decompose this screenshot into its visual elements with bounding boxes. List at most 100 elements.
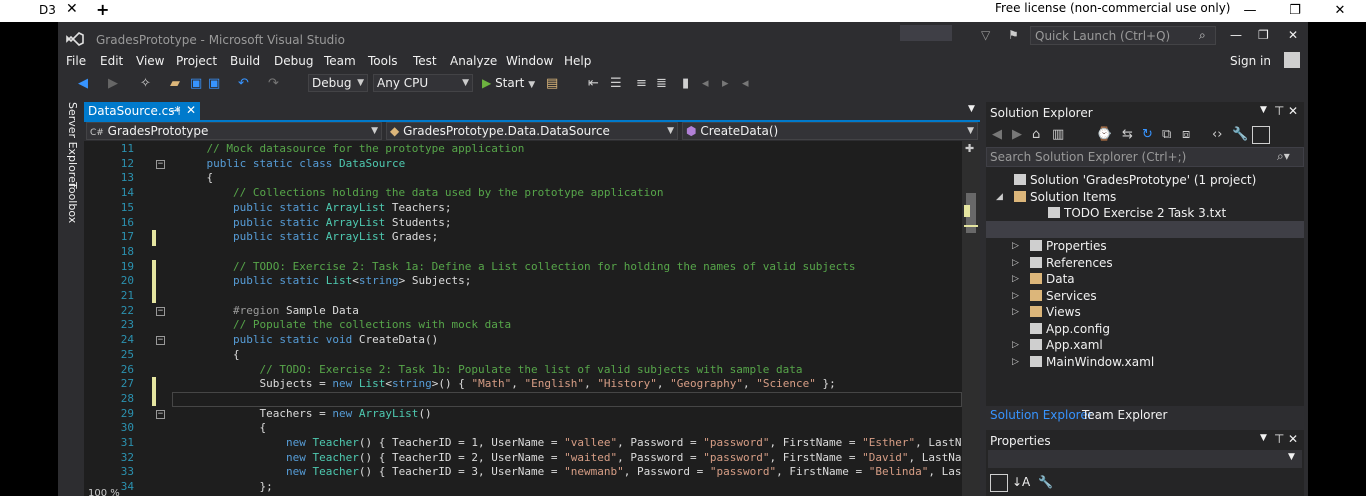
menu-file[interactable]: File <box>66 54 86 68</box>
tab-overflow-icon[interactable]: ▼ <box>968 104 975 114</box>
bookmark-icon[interactable]: ▮ <box>682 76 689 91</box>
menu-tools[interactable]: Tools <box>368 54 398 68</box>
menu-edit[interactable]: Edit <box>100 54 123 68</box>
close-icon[interactable]: ✕ <box>66 1 78 17</box>
tab-solution-explorer[interactable]: Solution Explorer <box>990 408 1093 422</box>
menu-team[interactable]: Team <box>324 54 356 68</box>
clear-bookmark-icon[interactable]: ◂ <box>742 76 749 91</box>
forward-icon[interactable]: ▶ <box>108 76 118 91</box>
pin-icon[interactable]: ⊣ <box>170 104 180 118</box>
tree-item[interactable]: Solution 'GradesPrototype' (1 project) <box>996 172 1256 188</box>
alphabetical-icon[interactable]: ↓A <box>1012 475 1030 489</box>
new-project-icon[interactable]: ✧ <box>140 76 151 91</box>
sign-in-link[interactable]: Sign in <box>1230 54 1271 68</box>
close-icon[interactable]: ✕ <box>1288 432 1298 446</box>
show-all-files-icon[interactable]: ⧈ <box>1182 127 1190 142</box>
tree-item[interactable]: ▷ MainWindow.xaml <box>1012 354 1154 370</box>
forward-icon[interactable]: ▶ <box>1012 127 1022 142</box>
step-icon[interactable]: ⇤ <box>588 76 599 91</box>
switch-views-icon[interactable]: ▥ <box>1052 127 1064 142</box>
collapse-all-icon[interactable]: ⧉ <box>1162 127 1171 142</box>
uncomment-icon[interactable]: ≣ <box>656 76 667 91</box>
collapse-icon[interactable]: − <box>156 336 165 346</box>
tree-item[interactable]: App.config <box>1012 321 1110 337</box>
menu-analyze[interactable]: Analyze <box>450 54 497 68</box>
toolbox-tab[interactable]: Toolbox <box>61 182 79 226</box>
tree-item[interactable]: ▷ Data <box>1012 271 1075 287</box>
back-icon[interactable]: ◀ <box>78 76 88 91</box>
pin-icon[interactable]: ⊤ <box>1274 104 1284 118</box>
expand-icon[interactable]: ▷ <box>1012 288 1019 304</box>
properties-object-select[interactable]: ▼ <box>988 450 1302 468</box>
solution-config-select[interactable]: Debug ▼ <box>308 74 368 92</box>
categorized-icon[interactable] <box>990 474 1008 492</box>
collapse-icon[interactable]: − <box>156 409 165 419</box>
close-button[interactable]: ✕ <box>1288 28 1298 42</box>
start-button[interactable]: ▶ Start ▼ <box>482 76 535 90</box>
home-icon[interactable]: ⌂ <box>1032 127 1040 142</box>
expand-icon[interactable]: ▷ <box>1012 255 1019 271</box>
pending-changes-icon[interactable]: ⌚ <box>1096 127 1112 142</box>
project-dropdown[interactable]: C# GradesPrototype ▼ <box>86 122 382 140</box>
close-icon[interactable]: ✕ <box>1288 104 1298 118</box>
restore-button[interactable]: ❐ <box>1275 0 1315 22</box>
expand-icon[interactable]: ▷ <box>1012 354 1019 370</box>
view-code-icon[interactable]: ‹› <box>1212 127 1222 142</box>
split-icon[interactable]: ✚ <box>965 142 974 155</box>
server-explorer-tab[interactable]: Server Explorer <box>61 102 79 187</box>
collapse-icon[interactable]: − <box>156 306 165 316</box>
tree-item[interactable]: TODO Exercise 2 Task 3.txt <box>1030 205 1226 221</box>
save-all-icon[interactable]: ▣ <box>208 76 220 91</box>
member-dropdown[interactable]: ⬢ CreateData() ▼ <box>682 122 978 140</box>
filter-icon[interactable]: ▽ <box>981 28 990 42</box>
expand-icon[interactable]: ▷ <box>1012 271 1019 287</box>
account-avatar-icon[interactable] <box>1284 52 1300 68</box>
expand-icon[interactable]: ▷ <box>1012 238 1019 254</box>
new-tab-button[interactable]: + <box>96 0 109 19</box>
attach-icon[interactable]: ▤ <box>546 76 558 91</box>
tab-datasource[interactable]: DataSource.cs* ⊣ ✕ <box>84 102 200 121</box>
refresh-icon[interactable]: ↻ <box>1142 127 1153 142</box>
expand-icon[interactable]: ◢ <box>996 189 1003 205</box>
save-icon[interactable]: ▣ <box>190 76 202 91</box>
restore-button[interactable]: ❐ <box>1258 28 1269 42</box>
platform-select[interactable]: Any CPU ▼ <box>373 74 473 92</box>
minimize-button[interactable]: — <box>1230 28 1242 42</box>
chevron-down-icon[interactable]: ▼ <box>1260 433 1267 443</box>
menu-view[interactable]: View <box>136 54 164 68</box>
format-icon[interactable]: ☰ <box>610 76 622 91</box>
session-tab[interactable]: D3 ✕ <box>30 0 86 22</box>
preview-selected-icon[interactable] <box>1252 126 1270 144</box>
quick-launch-input[interactable]: Quick Launch (Ctrl+Q) ⌕ <box>1030 26 1216 45</box>
menu-debug[interactable]: Debug <box>274 54 313 68</box>
zoom-level[interactable]: 100 % <box>88 488 120 499</box>
tree-item[interactable]: ▷ App.xaml <box>1012 337 1103 353</box>
menu-test[interactable]: Test <box>413 54 437 68</box>
close-icon[interactable]: ✕ <box>186 103 196 117</box>
tree-item[interactable]: ▷ Views <box>1012 304 1081 320</box>
comment-icon[interactable]: ≡ <box>636 76 647 91</box>
next-bookmark-icon[interactable]: ▸ <box>722 76 729 91</box>
pin-icon[interactable]: ⊤ <box>1274 432 1284 446</box>
redo-icon[interactable]: ↷ <box>268 76 279 91</box>
collapse-icon[interactable]: − <box>156 159 165 169</box>
open-file-icon[interactable]: ▰ <box>170 76 180 91</box>
prev-bookmark-icon[interactable]: ◂ <box>702 76 709 91</box>
solution-search-input[interactable]: Search Solution Explorer (Ctrl+;) ⌕▾ <box>986 147 1304 167</box>
expand-icon[interactable]: ▷ <box>1012 304 1019 320</box>
minimize-button[interactable]: — <box>1230 0 1270 22</box>
chevron-down-icon[interactable]: ▼ <box>1260 105 1267 115</box>
feedback-icon[interactable] <box>900 25 952 41</box>
expand-icon[interactable]: ▷ <box>1012 337 1019 353</box>
class-dropdown[interactable]: ◆ GradesPrototype.Data.DataSource ▼ <box>386 122 678 140</box>
tab-team-explorer[interactable]: Team Explorer <box>1082 408 1168 422</box>
menu-project[interactable]: Project <box>176 54 217 68</box>
tree-item[interactable]: ▷ References <box>1012 255 1113 271</box>
tree-item[interactable]: ◢ Solution Items <box>996 189 1116 205</box>
property-pages-icon[interactable]: 🔧 <box>1038 475 1053 489</box>
tree-item[interactable]: ▷ Properties <box>1012 238 1107 254</box>
menu-help[interactable]: Help <box>564 54 591 68</box>
code-editor[interactable]: // Mock datasource for the prototype app… <box>172 141 962 496</box>
close-button[interactable]: ✕ <box>1320 0 1360 22</box>
sync-icon[interactable]: ⇆ <box>1122 127 1133 142</box>
